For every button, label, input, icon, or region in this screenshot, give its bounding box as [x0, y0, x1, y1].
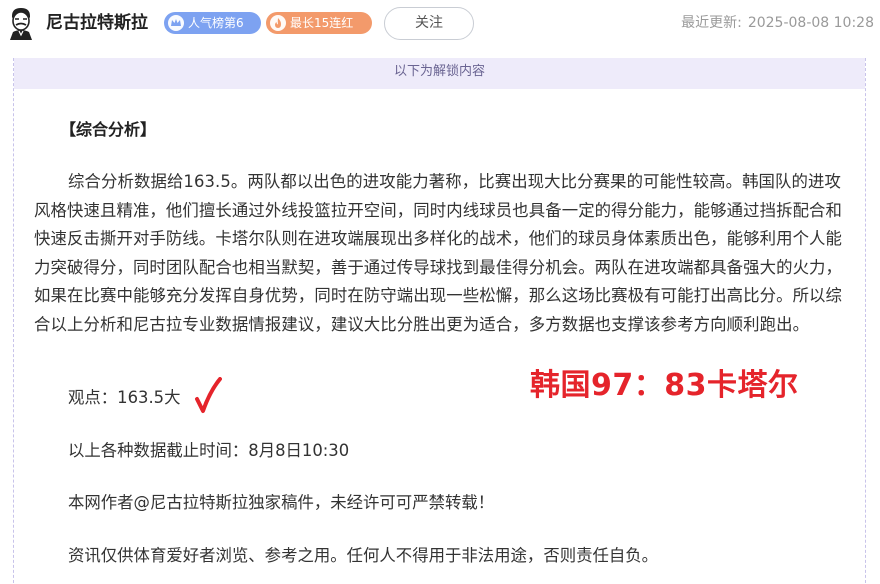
follow-button[interactable]: 关注: [384, 7, 474, 40]
opinion-line: 观点：163.5大: [68, 388, 181, 407]
copyright-notice: 本网作者@尼古拉特斯拉独家稿件，未经许可可严禁转载！: [68, 493, 495, 512]
unlock-notice: 以下为解锁内容: [14, 58, 865, 89]
popularity-badge: 人气榜第6: [164, 12, 261, 34]
disclaimer-notice: 资讯仅供体育爱好者浏览、参考之用。任何人不得用于非法用途，否则责任自负。: [68, 546, 659, 565]
last-updated: 最近更新: 2025-08-08 10:28: [681, 13, 874, 33]
analysis-paragraph: 综合分析数据给163.5。两队都以出色的进攻能力著称，比赛出现大比分赛果的可能性…: [34, 172, 843, 334]
checkmark-icon: [195, 377, 222, 413]
streak-badge-label: 最长15连红: [290, 16, 354, 30]
last-updated-label: 最近更新:: [681, 15, 742, 31]
data-deadline: 以上各种数据截止时间：8月8日10:30: [68, 441, 350, 460]
cartoon-portrait-icon[interactable]: [6, 6, 36, 40]
header-bar: 尼古拉特斯拉 人气榜第6 最长15连红 关注 最近更新: 2025-08-08 1…: [0, 0, 880, 48]
crown-icon: [168, 15, 184, 31]
last-updated-time: 2025-08-08 10:28: [747, 15, 874, 31]
author-name[interactable]: 尼古拉特斯拉: [46, 11, 148, 35]
popularity-badge-label: 人气榜第6: [188, 16, 244, 30]
streak-badge: 最长15连红: [266, 12, 372, 34]
final-score: 韩国97：83卡塔尔: [530, 368, 799, 403]
article-heading: 【综合分析】: [60, 120, 157, 139]
flame-icon: [270, 15, 286, 31]
